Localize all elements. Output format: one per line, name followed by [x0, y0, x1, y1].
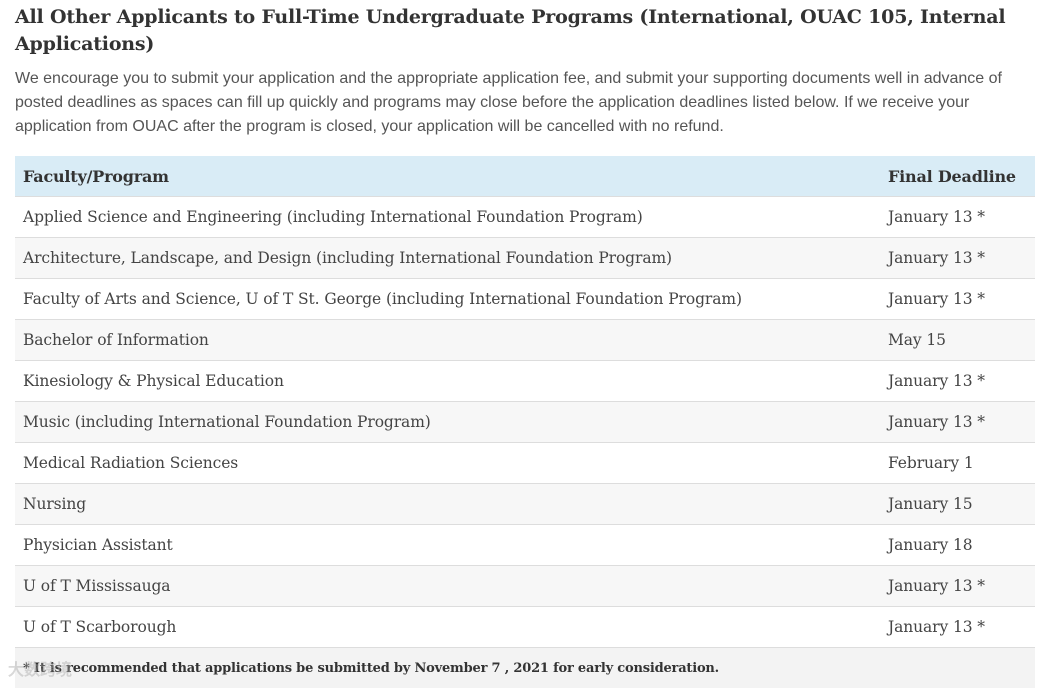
deadline-cell: January 13 * [880, 401, 1035, 443]
program-cell: Applied Science and Engineering (includi… [15, 196, 880, 238]
program-cell: Faculty of Arts and Science, U of T St. … [15, 278, 880, 320]
program-cell: Bachelor of Information [15, 319, 880, 361]
program-cell: Music (including International Foundatio… [15, 401, 880, 443]
deadline-cell: May 15 [880, 319, 1035, 361]
program-cell: Physician Assistant [15, 524, 880, 566]
program-cell: Medical Radiation Sciences [15, 442, 880, 484]
table-row: U of T Scarborough January 13 * [15, 606, 1035, 648]
table-row: Nursing January 15 [15, 483, 1035, 525]
table-row: Medical Radiation Sciences February 1 [15, 442, 1035, 484]
table-row: Architecture, Landscape, and Design (inc… [15, 237, 1035, 279]
deadline-cell: January 15 [880, 483, 1035, 525]
deadline-cell: January 13 * [880, 606, 1035, 648]
table-row: U of T Mississauga January 13 * [15, 565, 1035, 607]
program-cell: Architecture, Landscape, and Design (inc… [15, 237, 880, 279]
section-title: All Other Applicants to Full-Time Underg… [15, 6, 1006, 55]
header-deadline: Final Deadline [880, 156, 1035, 197]
deadline-cell: January 18 [880, 524, 1035, 566]
deadline-cell: January 13 * [880, 237, 1035, 279]
deadline-cell: January 13 * [880, 360, 1035, 402]
header-program: Faculty/Program [15, 156, 880, 197]
footnote: * It is recommended that applications be… [15, 647, 1035, 688]
program-cell: U of T Mississauga [15, 565, 880, 607]
deadline-cell: January 13 * [880, 565, 1035, 607]
content-section: All Other Applicants to Full-Time Underg… [15, 4, 1035, 139]
table-footnote-row: * It is recommended that applications be… [15, 647, 1035, 688]
deadline-cell: February 1 [880, 442, 1035, 484]
table-row: Applied Science and Engineering (includi… [15, 196, 1035, 238]
table-row: Physician Assistant January 18 [15, 524, 1035, 566]
program-cell: U of T Scarborough [15, 606, 880, 648]
table-row: Kinesiology & Physical Education January… [15, 360, 1035, 402]
deadlines-table: Faculty/Program Final Deadline Applied S… [15, 156, 1035, 688]
deadline-cell: January 13 * [880, 278, 1035, 320]
intro-paragraph: We encourage you to submit your applicat… [15, 70, 1002, 135]
program-cell: Kinesiology & Physical Education [15, 360, 880, 402]
table-row: Bachelor of Information May 15 [15, 319, 1035, 361]
program-cell: Nursing [15, 483, 880, 525]
table-header-row: Faculty/Program Final Deadline [15, 156, 1035, 197]
deadline-cell: January 13 * [880, 196, 1035, 238]
table-row: Music (including International Foundatio… [15, 401, 1035, 443]
table-row: Faculty of Arts and Science, U of T St. … [15, 278, 1035, 320]
